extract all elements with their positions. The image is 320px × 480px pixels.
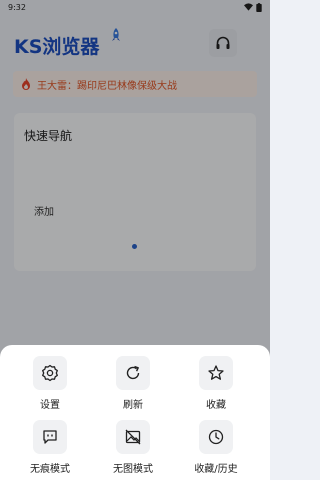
menu-label: 无痕模式 (30, 464, 70, 475)
menu-icon-box (116, 420, 150, 454)
bottom-menu-sheet: 设置 刷新 收藏 无痕模式 无图模式 收藏/历史 (0, 345, 270, 480)
menu-icon-box (116, 356, 150, 390)
menu-label: 设置 (40, 400, 60, 411)
menu-label: 收藏 (206, 400, 226, 411)
no-image-icon (125, 429, 141, 445)
menu-item-history[interactable]: 收藏/历史 (176, 420, 256, 475)
menu-label: 无图模式 (113, 464, 153, 475)
menu-icon-box (199, 356, 233, 390)
star-icon (208, 365, 224, 380)
menu-item-incognito[interactable]: 无痕模式 (10, 420, 90, 475)
refresh-icon (126, 365, 140, 380)
menu-item-bookmark[interactable]: 收藏 (176, 356, 256, 411)
menu-item-refresh[interactable]: 刷新 (93, 356, 173, 411)
menu-item-no-image[interactable]: 无图模式 (93, 420, 173, 475)
gear-icon (42, 364, 58, 382)
menu-label: 收藏/历史 (194, 464, 238, 475)
menu-label: 刷新 (123, 400, 143, 411)
history-clock-icon (208, 429, 224, 445)
menu-icon-box (33, 356, 67, 390)
menu-item-settings[interactable]: 设置 (10, 356, 90, 411)
menu-icon-box (33, 420, 67, 454)
menu-icon-box (199, 420, 233, 454)
incognito-icon (43, 430, 57, 444)
